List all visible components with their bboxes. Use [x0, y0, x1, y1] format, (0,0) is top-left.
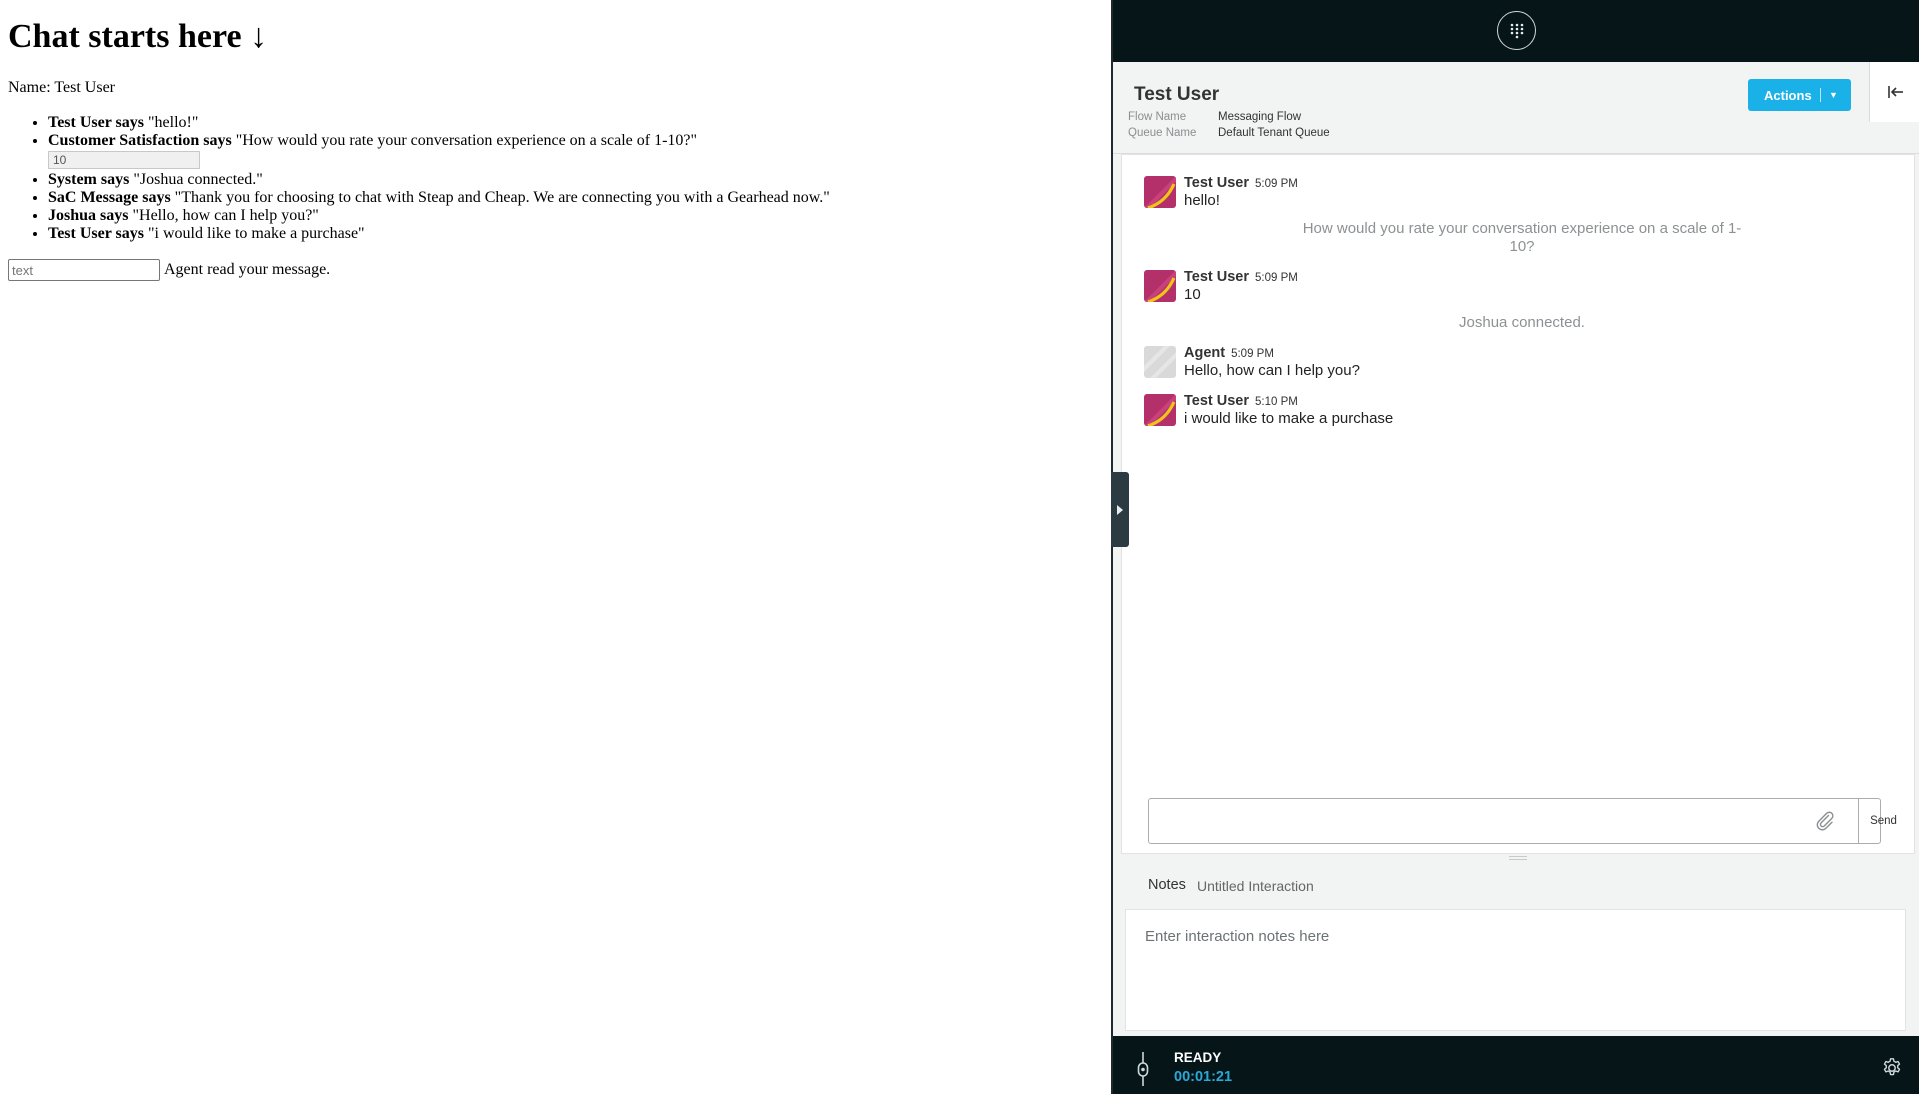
flow-name-label: Flow Name — [1128, 111, 1187, 123]
actions-label: Actions — [1764, 87, 1812, 103]
flow-name-value: Messaging Flow — [1218, 111, 1302, 123]
page-heading: Chat starts here ↓ — [8, 18, 268, 55]
list-item: Joshua says "Hello, how can I help you?" — [48, 207, 830, 225]
settings-gear-icon[interactable] — [1881, 1057, 1903, 1079]
message-text: 10 — [1184, 286, 1201, 303]
agent-status: READY — [1174, 1050, 1222, 1065]
survey-prompt: How would you rate your conversation exp… — [1302, 220, 1742, 255]
chevron-down-icon: ▼ — [1829, 90, 1838, 100]
name-line: Name: Test User — [8, 79, 115, 96]
message-sender: Test User — [1184, 175, 1250, 191]
connected-notice: Joshua connected. — [1459, 314, 1585, 331]
send-button[interactable]: Send — [1858, 799, 1908, 843]
notes-container — [1125, 909, 1906, 1031]
message-time: 5:09 PM — [1255, 272, 1298, 284]
agent-panel: Test User Flow Name Messaging Flow Queue … — [1111, 0, 1919, 1094]
message-sender: SaC Message says — [48, 189, 171, 206]
list-item: Test User says "hello!" — [48, 114, 830, 132]
message-sender: Agent — [1184, 345, 1226, 361]
notes-input[interactable] — [1126, 910, 1905, 1030]
message-composer: Send — [1148, 798, 1897, 844]
message-text: "hello!" — [144, 114, 199, 131]
message-text: Hello, how can I help you? — [1184, 362, 1360, 379]
chat-text-input[interactable] — [8, 259, 160, 281]
queue-name-label: Queue Name — [1128, 127, 1197, 139]
status-toggle-icon[interactable] — [1137, 1052, 1149, 1086]
chat-transcript: Test User 5:09 PM hello! How would you ra… — [1121, 154, 1915, 854]
notes-label[interactable]: Notes — [1148, 877, 1186, 893]
message-text: "Joshua connected." — [129, 171, 263, 188]
queue-name-row: Queue Name Default Tenant Queue — [1128, 127, 1330, 139]
message-text: "Thank you for choosing to chat with Ste… — [170, 189, 830, 206]
message-input[interactable] — [1149, 799, 1814, 843]
expand-arrow-icon — [1117, 504, 1123, 515]
queue-name-value: Default Tenant Queue — [1218, 127, 1330, 139]
dialpad-button[interactable] — [1497, 11, 1536, 50]
message-text: i would like to make a purchase — [1184, 410, 1394, 427]
status-timer: 00:01:21 — [1174, 1069, 1233, 1085]
notes-title: Untitled Interaction — [1197, 878, 1314, 894]
message-sender: Test User says — [48, 114, 145, 131]
message-text: "How would you rate your conversation ex… — [231, 132, 698, 149]
collapse-panel-icon — [1887, 86, 1903, 98]
status-bar: READY 00:01:21 — [1113, 1036, 1919, 1094]
message-text: "i would like to make a purchase" — [144, 225, 365, 242]
chat-input-row: Agent read your message. — [8, 259, 330, 281]
user-avatar-icon — [1144, 176, 1176, 208]
rating-field[interactable] — [48, 151, 200, 169]
paperclip-icon[interactable] — [1814, 810, 1836, 832]
message-sender: Customer Satisfaction says — [48, 132, 232, 149]
contact-name: Test User — [1134, 84, 1220, 105]
message-sender: Joshua says — [48, 207, 129, 224]
agent-avatar-icon — [1144, 346, 1176, 378]
message-time: 5:10 PM — [1255, 396, 1298, 408]
message-sender: Test User — [1184, 269, 1250, 285]
message-time: 5:09 PM — [1255, 178, 1298, 190]
message-time: 5:09 PM — [1231, 348, 1274, 360]
flow-name-row: Flow Name Messaging Flow — [1128, 111, 1301, 123]
message-text: "Hello, how can I help you?" — [128, 207, 319, 224]
message-text: hello! — [1184, 192, 1220, 209]
message-list: Test User says "hello!" Customer Satisfa… — [8, 114, 830, 243]
resize-handle[interactable] — [1509, 856, 1527, 860]
message-sender: Test User says — [48, 225, 145, 242]
message-sender: System says — [48, 171, 130, 188]
list-item: System says "Joshua connected." — [48, 171, 830, 189]
message-sender: Test User — [1184, 393, 1250, 409]
list-item: SaC Message says "Thank you for choosing… — [48, 189, 830, 207]
test-chat-page: Chat starts here ↓ Name: Test User Test … — [0, 0, 1111, 1094]
top-bar — [1113, 0, 1919, 62]
user-avatar-icon — [1144, 270, 1176, 302]
interaction-header: Test User Flow Name Messaging Flow Queue … — [1113, 62, 1919, 154]
list-item: Test User says "i would like to make a p… — [48, 225, 830, 243]
user-avatar-icon — [1144, 394, 1176, 426]
collapse-panel-button[interactable] — [1869, 62, 1919, 122]
read-receipt: Agent read your message. — [164, 261, 331, 278]
expand-panel-tab[interactable] — [1111, 472, 1129, 547]
list-item: Customer Satisfaction says "How would yo… — [48, 132, 830, 169]
dialpad-icon — [1510, 23, 1523, 38]
actions-button[interactable]: Actions ▼ — [1748, 79, 1851, 111]
